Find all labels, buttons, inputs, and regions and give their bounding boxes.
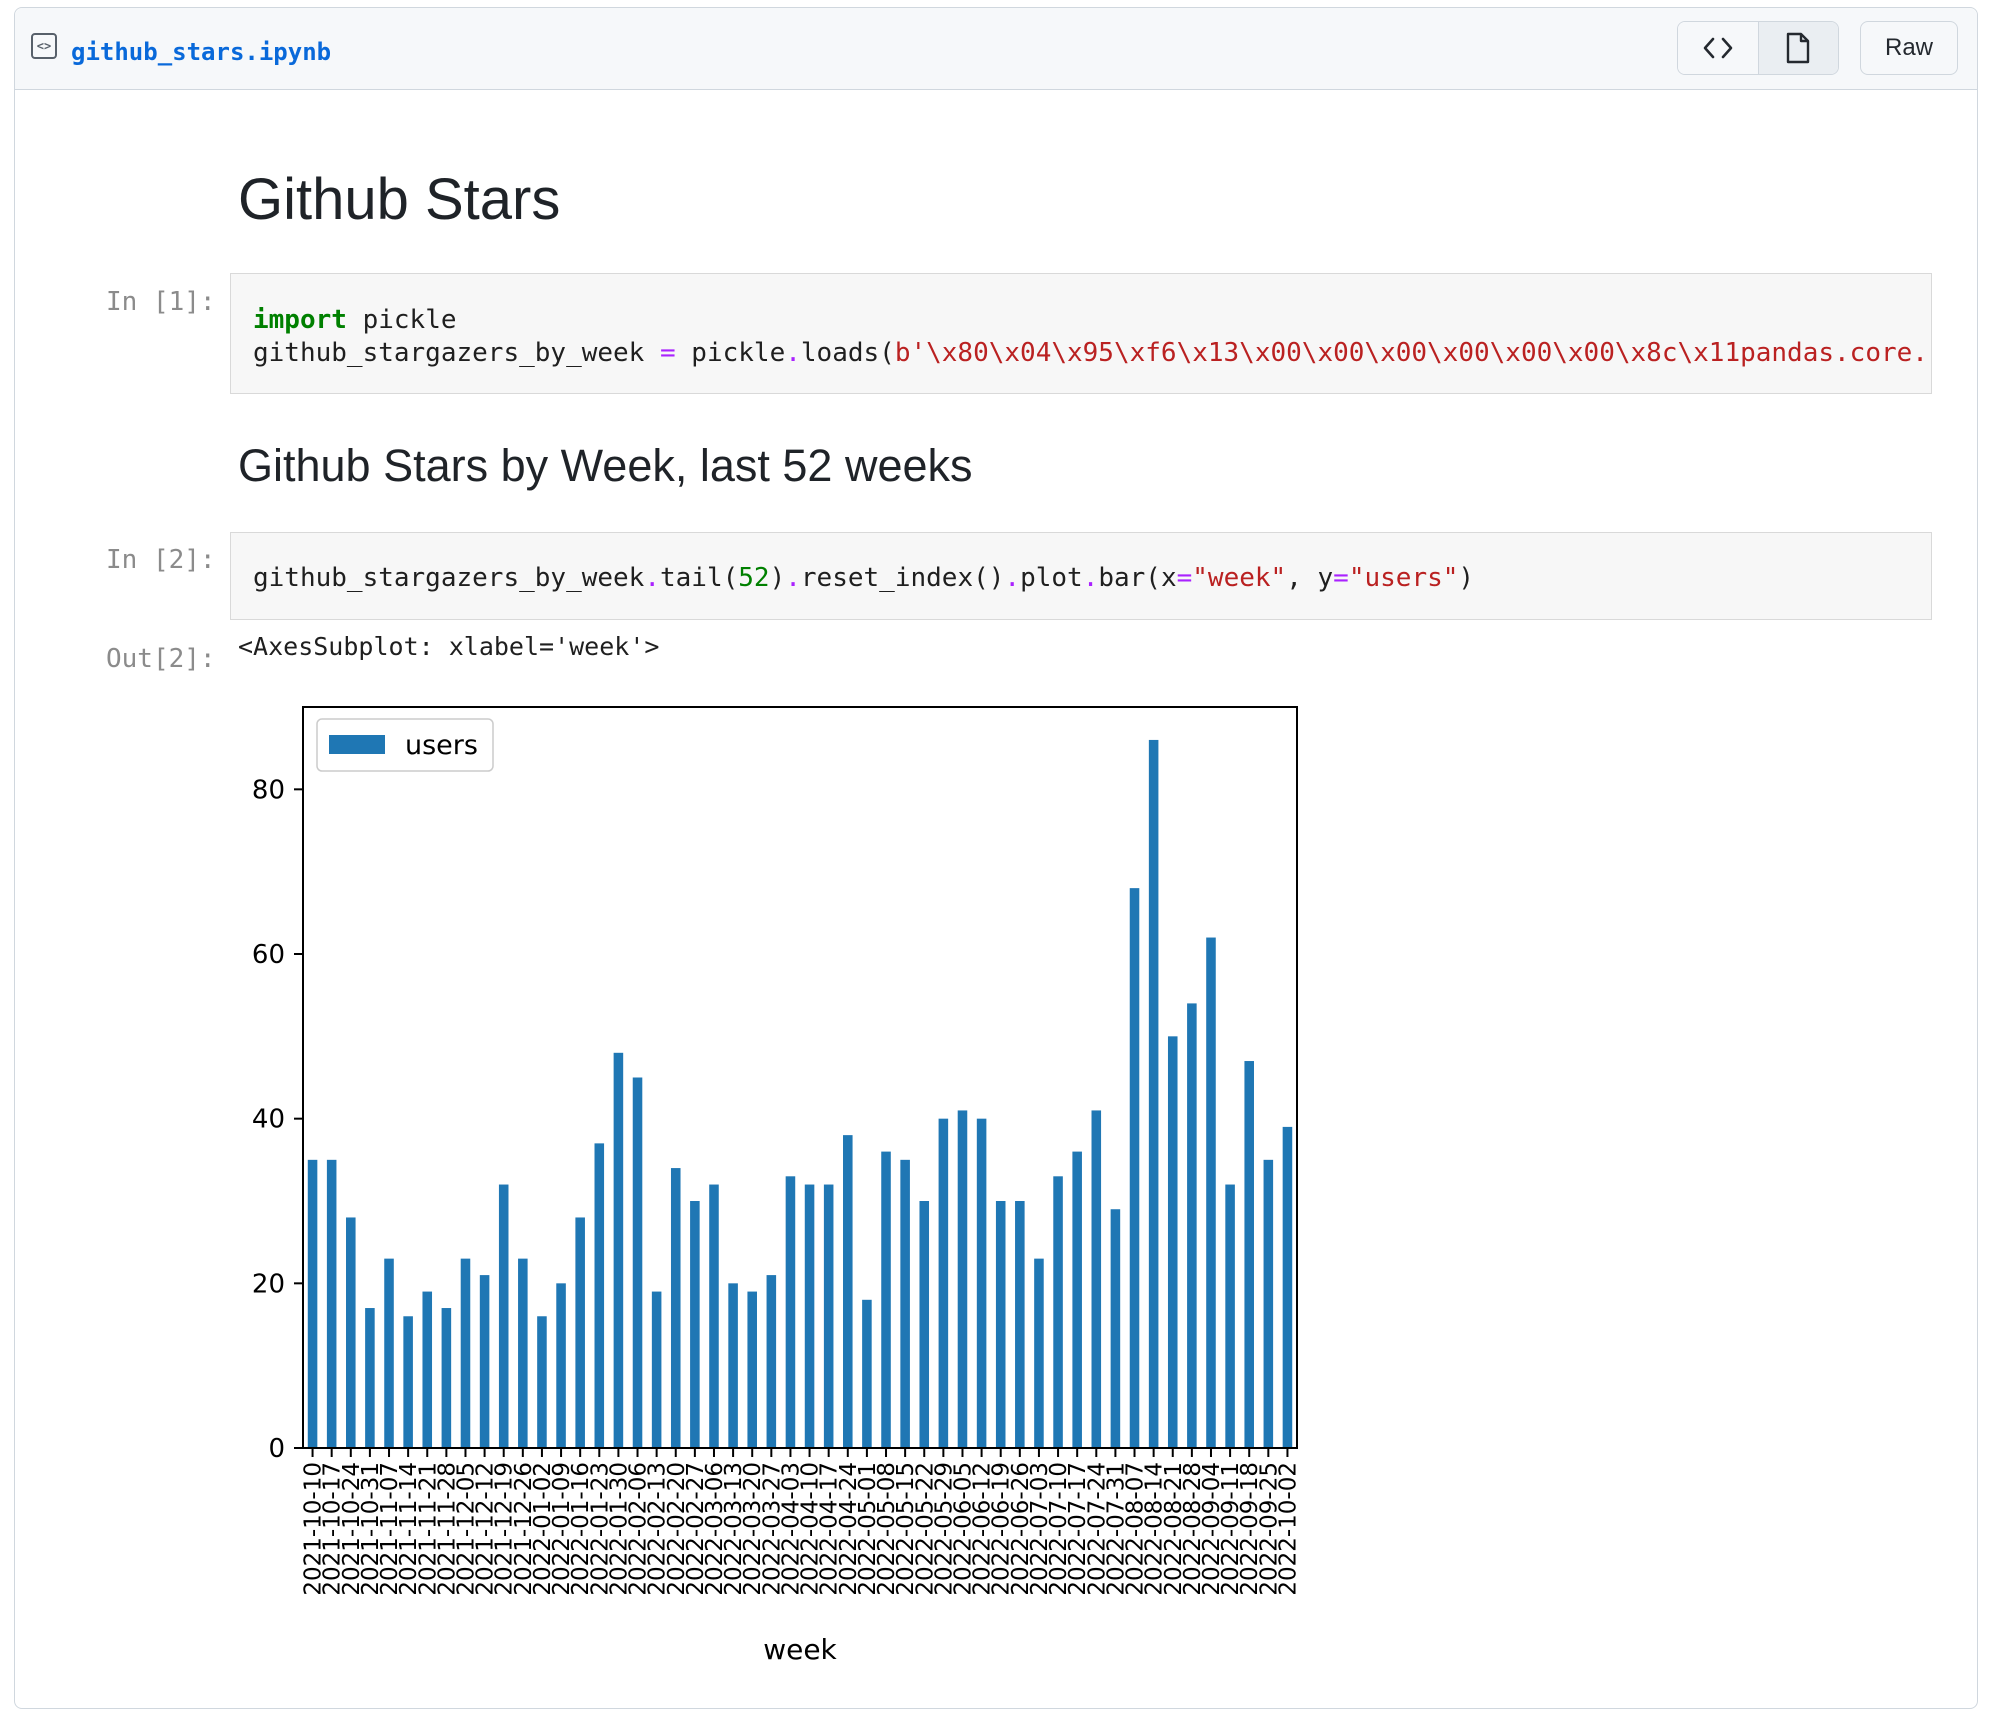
cell2-prompt: In [2]:	[106, 545, 216, 575]
code-line-3: github_stargazers_by_week.tail(52).reset…	[253, 563, 1475, 593]
heading-github-stars: Github Stars	[238, 167, 561, 232]
file-box: <> github_stars.ipynb Raw	[14, 7, 1978, 1709]
view-toggle	[1677, 21, 1839, 75]
heading-stars-by-week: Github Stars by Week, last 52 weeks	[238, 440, 973, 491]
out2-prompt: Out[2]:	[106, 644, 216, 674]
output-repr: <AxesSubplot: xlabel='week'>	[238, 632, 660, 661]
display-source-button[interactable]	[1678, 22, 1759, 74]
file-name-link[interactable]: github_stars.ipynb	[71, 38, 331, 66]
file-header: <> github_stars.ipynb Raw	[15, 8, 1977, 90]
code-icon	[1703, 37, 1733, 59]
code-line-2: github_stargazers_by_week = pickle.loads…	[253, 338, 1928, 368]
code-cell-1[interactable]: import pickle github_stargazers_by_week …	[230, 273, 1932, 394]
code-square-icon: <>	[31, 33, 57, 59]
code-line-1: import pickle	[253, 305, 457, 335]
display-rendered-button[interactable]	[1758, 22, 1838, 74]
file-icon	[1787, 32, 1810, 64]
code-cell-2[interactable]: github_stargazers_by_week.tail(52).reset…	[230, 532, 1932, 620]
raw-button[interactable]: Raw	[1860, 21, 1958, 75]
cell1-prompt: In [1]:	[106, 287, 216, 317]
